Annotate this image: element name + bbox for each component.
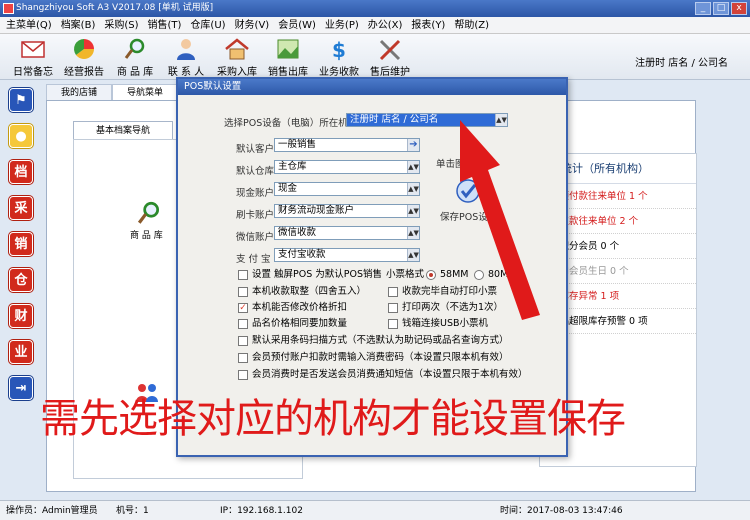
svg-text:$: $ [332,38,346,61]
dialog-title: POS默认设置 [178,79,566,95]
menu-office[interactable]: 办公(X) [368,17,403,33]
close-button[interactable]: x [731,2,747,15]
person-icon [177,39,195,60]
chevron-down-icon[interactable]: ▲▼ [407,249,419,261]
envelope-icon [21,41,45,58]
subtab-basic-archive[interactable]: 基本档案导航 [73,121,173,139]
field-label-alipay: 支 付 宝 [236,254,271,265]
toolbar-sales-button[interactable]: 销售出库 [261,37,315,78]
tab-my-store[interactable]: 我的店铺 [46,84,113,100]
card-account-select[interactable]: 财务流动现金账户 ▲▼ [274,204,420,218]
customer-select[interactable]: 一般销售 ➔ [274,138,420,152]
title-bar: Shangzhiyou Soft A3 V2017.08 [单机 试用版] _ … [0,0,750,17]
menu-main[interactable]: 主菜单(Q) [6,17,52,33]
window-title: Shangzhiyou Soft A3 V2017.08 [单机 试用版] [16,3,214,13]
menu-bar: 主菜单(Q) 档案(B) 采购(S) 销售(T) 仓库(U) 财务(V) 会员(… [0,17,750,34]
arrow-right-icon[interactable]: ➔ [407,139,419,151]
sidebar-bulb-icon[interactable]: ● [9,124,33,148]
ticket-format-label: 小票格式 [386,269,425,280]
registered-shop-name: 注册时 店名 / 公司名 [635,58,728,69]
status-machine: 机号：1 [116,506,149,516]
barcode-scan-checkbox[interactable]: 默认采用条码扫描方式（不选默认为助记码或品名查询方式） [238,335,509,346]
sidebar-item-purchase[interactable]: 采 [9,196,33,220]
photo-icon [277,39,299,59]
toolbar-report-button[interactable]: 经营报告 [57,37,111,78]
status-ip: IP：192.168.1.102 [220,506,303,516]
sidebar-item-archive[interactable]: 档 [9,160,33,184]
round-payment-checkbox[interactable]: 本机收款取整（四舍五入） [238,286,366,297]
menu-sales[interactable]: 销售(T) [148,17,182,33]
sidebar-item-business[interactable]: 业 [9,340,33,364]
status-time: 时间：2017-08-03 13:47:46 [500,506,623,516]
add-quantity-checkbox[interactable]: 品名价格相同要加数量 [238,318,347,329]
dollar-icon: $ [332,38,346,61]
menu-archive[interactable]: 档案(B) [61,17,96,33]
magnifier-icon [124,38,145,59]
menu-member[interactable]: 会员(W) [278,17,316,33]
toolbar: 日常备忘 经营报告 商 品 库 联 系 人 采购入库 销售出库 $ 业务收款 售… [0,34,750,80]
sidebar-item-finance[interactable]: 财 [9,304,33,328]
tab-navigation[interactable]: 导航菜单 [112,84,179,100]
app-icon [3,3,14,14]
menu-warehouse[interactable]: 仓库(U) [190,17,225,33]
chevron-down-icon[interactable]: ▲▼ [407,161,419,173]
menu-finance[interactable]: 财务(V) [235,17,270,33]
wechat-account-select[interactable]: 微信收款 ▲▼ [274,226,420,240]
sidebar-item-sales[interactable]: 销 [9,232,33,256]
main-tabs: 我的店铺 导航菜单 [46,84,179,100]
chevron-down-icon[interactable]: ▲▼ [407,183,419,195]
chevron-down-icon[interactable]: ▲▼ [407,227,419,239]
menu-purchase[interactable]: 采购(S) [104,17,138,33]
toolbar-purchase-button[interactable]: 采购入库 [210,37,264,78]
field-label-card: 刷卡账户 [236,210,275,221]
tools-icon [379,39,401,61]
window-controls: _ □ x [695,2,747,15]
menu-business[interactable]: 业务(P) [325,17,359,33]
field-label-customer: 默认客户 [236,144,275,155]
member-password-checkbox[interactable]: 会员预付账户扣款时需输入消费密码（本设置只限本机有效） [238,352,509,363]
status-operator: 操作员：Admin管理员 [6,506,98,516]
nav-product-label[interactable]: 商 品 库 [130,228,163,241]
allow-discount-checkbox[interactable]: ✓ 本机能否修改价格折扣 [238,302,347,313]
warehouse-select[interactable]: 主仓库 ▲▼ [274,160,420,174]
alipay-account-select[interactable]: 支付宝收款 ▲▼ [274,248,420,262]
org-label: 选择POS设备（电脑）所在机构 [224,118,358,129]
house-icon [225,38,249,60]
sidebar-flag-icon[interactable]: ⚑ [9,88,33,112]
magnifier-icon[interactable] [134,200,164,226]
toolbar-contacts-button[interactable]: 联 系 人 [159,37,213,78]
toolbar-memo-button[interactable]: 日常备忘 [6,37,60,78]
maximize-button[interactable]: □ [713,2,729,15]
field-label-warehouse: 默认仓库 [236,166,275,177]
annotation-caption: 需先选择对应的机构才能设置保存 [40,396,626,442]
member-sms-checkbox[interactable]: 会员消费时是否发送会员消费通知短信（本设置只限于本机有效） [238,369,528,380]
toolbar-service-button[interactable]: 售后维护 [363,37,417,78]
left-sidebar: ⚑ ● 档 采 销 仓 财 业 ⇥ [6,86,36,406]
toolbar-collection-button[interactable]: $ 业务收款 [312,37,366,78]
menu-help[interactable]: 帮助(Z) [454,17,489,33]
cash-account-select[interactable]: 现金 ▲▼ [274,182,420,196]
field-label-cash: 现金账户 [236,188,275,199]
pie-chart-icon [74,39,94,59]
field-label-wechat: 微信账户 [236,232,275,243]
annotation-arrow [460,120,540,320]
sidebar-item-warehouse[interactable]: 仓 [9,268,33,292]
toolbar-products-button[interactable]: 商 品 库 [108,37,162,78]
minimize-button[interactable]: _ [695,2,711,15]
menu-report[interactable]: 报表(Y) [411,17,445,33]
status-bar: 操作员：Admin管理员 机号：1 IP：192.168.1.102 时间：20… [0,500,750,520]
chevron-down-icon[interactable]: ▲▼ [407,205,419,217]
sidebar-exit-icon[interactable]: ⇥ [9,376,33,400]
touch-pos-checkbox[interactable]: 设置 触屏POS 为默认POS销售 [238,269,382,280]
